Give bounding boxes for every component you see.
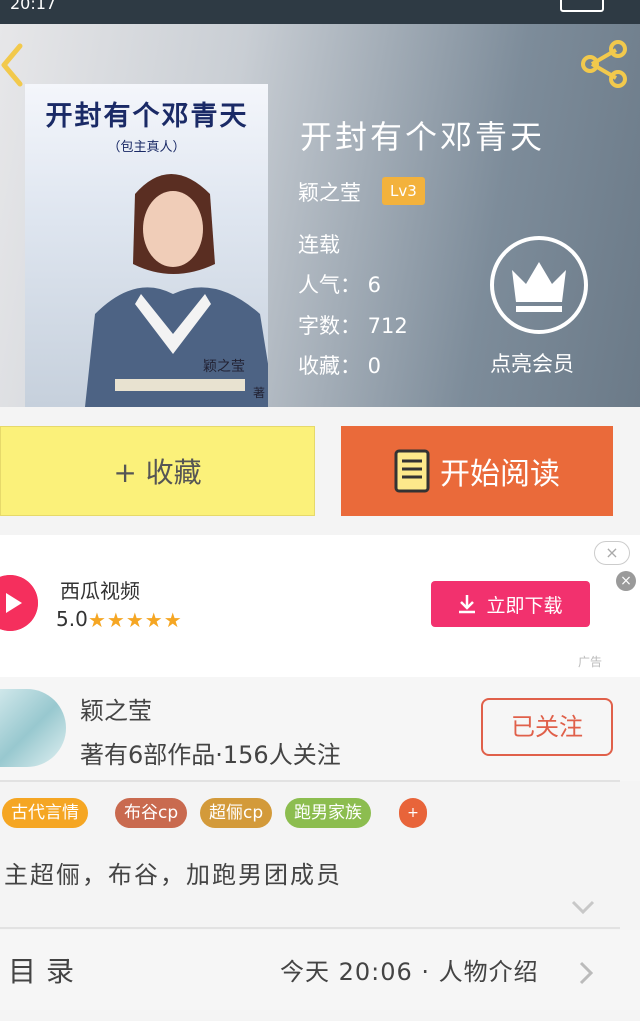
author-level-badge: Lv3 (382, 177, 425, 205)
vip-button[interactable] (490, 236, 588, 334)
vip-label[interactable]: 点亮会员 (490, 348, 574, 378)
book-author[interactable]: 颖之莹 (298, 177, 361, 207)
tag-item[interactable]: 跑男家族 (285, 798, 371, 828)
cover-title: 开封有个邓青天 (45, 101, 249, 132)
start-reading-button[interactable]: 开始阅读 (341, 426, 613, 516)
status-time: 20:17 (10, 0, 57, 13)
chevron-right-icon (579, 961, 594, 985)
book-summary: 主超俪，布谷，加跑男团成员 (4, 861, 342, 889)
book-favorites: 收藏： 0 (298, 354, 382, 378)
ad-app-name: 西瓜视频 (60, 579, 140, 603)
ad-download-button[interactable]: 立即下载 (431, 581, 590, 627)
ad-tag: 广告 (578, 655, 603, 669)
ad-dismiss-icon[interactable]: × (616, 571, 636, 591)
book-header: 开封有个邓青天 （包主真人） 颖之莹 著 开封有个邓青天 颖之莹 Lv3 连载 … (0, 24, 640, 407)
ad-close-button[interactable]: × (594, 541, 630, 565)
download-icon (459, 595, 476, 614)
toc-latest-chapter: 今天 20:06 · 人物介绍 (280, 958, 539, 986)
status-bar: 20:17 (0, 0, 640, 24)
back-icon[interactable] (0, 40, 30, 90)
ad-stars: ★★★★★ (88, 608, 183, 632)
author-card-stats: 著有6部作品·156人关注 (80, 741, 341, 769)
start-reading-label: 开始阅读 (440, 457, 560, 492)
crown-icon (512, 262, 566, 312)
author-card-name: 颖之莹 (80, 697, 152, 725)
author-card[interactable]: 颖之莹 著有6部作品·156人关注 已关注 (0, 677, 640, 781)
ad-download-label: 立即下载 (486, 594, 563, 617)
book-title: 开封有个邓青天 (300, 118, 546, 156)
divider (0, 927, 620, 929)
tag-item[interactable]: 古代言情 (2, 798, 88, 828)
table-of-contents-row[interactable]: 目录 今天 20:06 · 人物介绍 (0, 930, 640, 1010)
cover-author: 颖之莹 (203, 359, 245, 375)
play-logo-icon (0, 575, 38, 631)
cover-subtitle: （包主真人） (107, 140, 186, 155)
favorite-button[interactable]: + 收藏 (0, 426, 315, 516)
tag-more-button[interactable]: + (399, 798, 427, 828)
share-icon[interactable] (578, 38, 630, 90)
tag-item[interactable]: 超俪cp (200, 798, 273, 828)
favorite-label: + 收藏 (113, 456, 202, 489)
cover-author-suffix: 著 (253, 386, 266, 400)
follow-button[interactable]: 已关注 (481, 698, 613, 756)
book-popularity: 人气： 6 (298, 273, 382, 297)
ad-rating: 5.0 (56, 607, 88, 631)
divider (0, 780, 620, 782)
ad-banner[interactable]: × × 西瓜视频 5.0 ★★★★★ 立即下载 广告 (0, 535, 640, 677)
tag-item[interactable]: 布谷cp (115, 798, 188, 828)
avatar[interactable] (0, 689, 66, 767)
battery-icon (560, 0, 604, 12)
book-status: 连载 (298, 233, 340, 257)
book-cover: 开封有个邓青天 （包主真人） 颖之莹 著 (25, 84, 268, 407)
book-word-count: 字数： 712 (298, 314, 408, 338)
book-icon (394, 449, 430, 493)
toc-label: 目录 (8, 955, 85, 988)
chevron-down-icon[interactable] (570, 898, 596, 916)
